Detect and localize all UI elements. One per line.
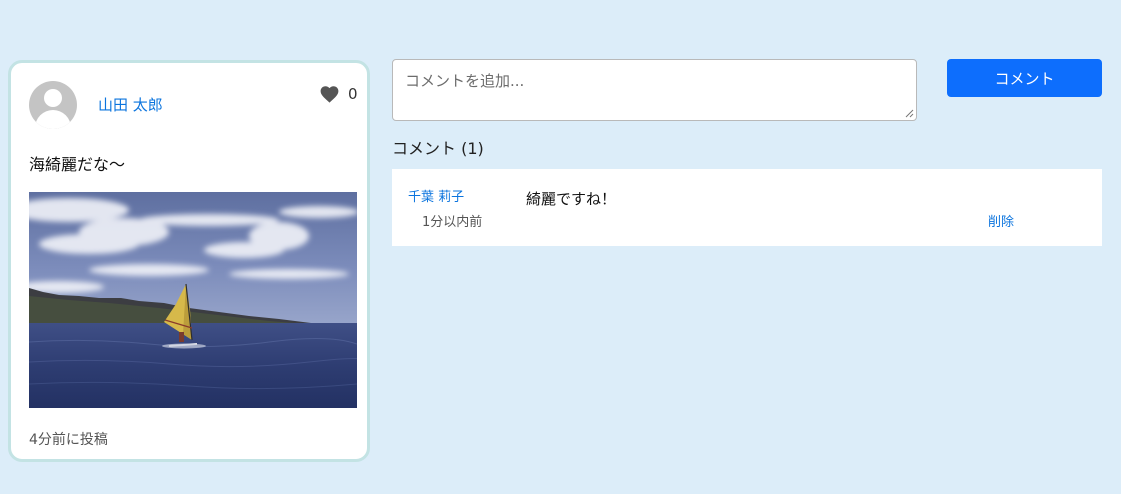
- comment-item: 千葉 莉子 1分以内前 綺麗ですね！ 削除: [392, 169, 1102, 246]
- comment-text: 綺麗ですね！: [526, 190, 617, 208]
- heart-icon[interactable]: [320, 85, 339, 103]
- like-group: 0: [320, 85, 358, 103]
- post-timestamp: 4分前に投稿: [29, 432, 108, 448]
- comment-timestamp: 1分以内前: [422, 215, 483, 230]
- submit-comment-button[interactable]: コメント: [947, 59, 1102, 97]
- comments-heading-label: コメント: [392, 139, 457, 158]
- comments-count: 1: [467, 139, 478, 158]
- post-author-link[interactable]: 山田 太郎: [98, 94, 163, 115]
- post-text: 海綺麗だな〜: [29, 155, 126, 174]
- avatar-body-shape: [35, 110, 71, 129]
- like-count: 0: [348, 85, 358, 103]
- post-photo: [29, 192, 357, 408]
- comment-input[interactable]: [392, 59, 917, 121]
- avatar[interactable]: [29, 81, 77, 129]
- delete-comment-link[interactable]: 削除: [988, 211, 1014, 230]
- avatar-head-shape: [44, 89, 62, 107]
- post-card: 山田 太郎 0 海綺麗だな〜 4分前に投稿: [8, 60, 370, 462]
- comments-heading: コメント (1): [392, 139, 484, 158]
- comment-author-link[interactable]: 千葉 莉子: [408, 186, 464, 205]
